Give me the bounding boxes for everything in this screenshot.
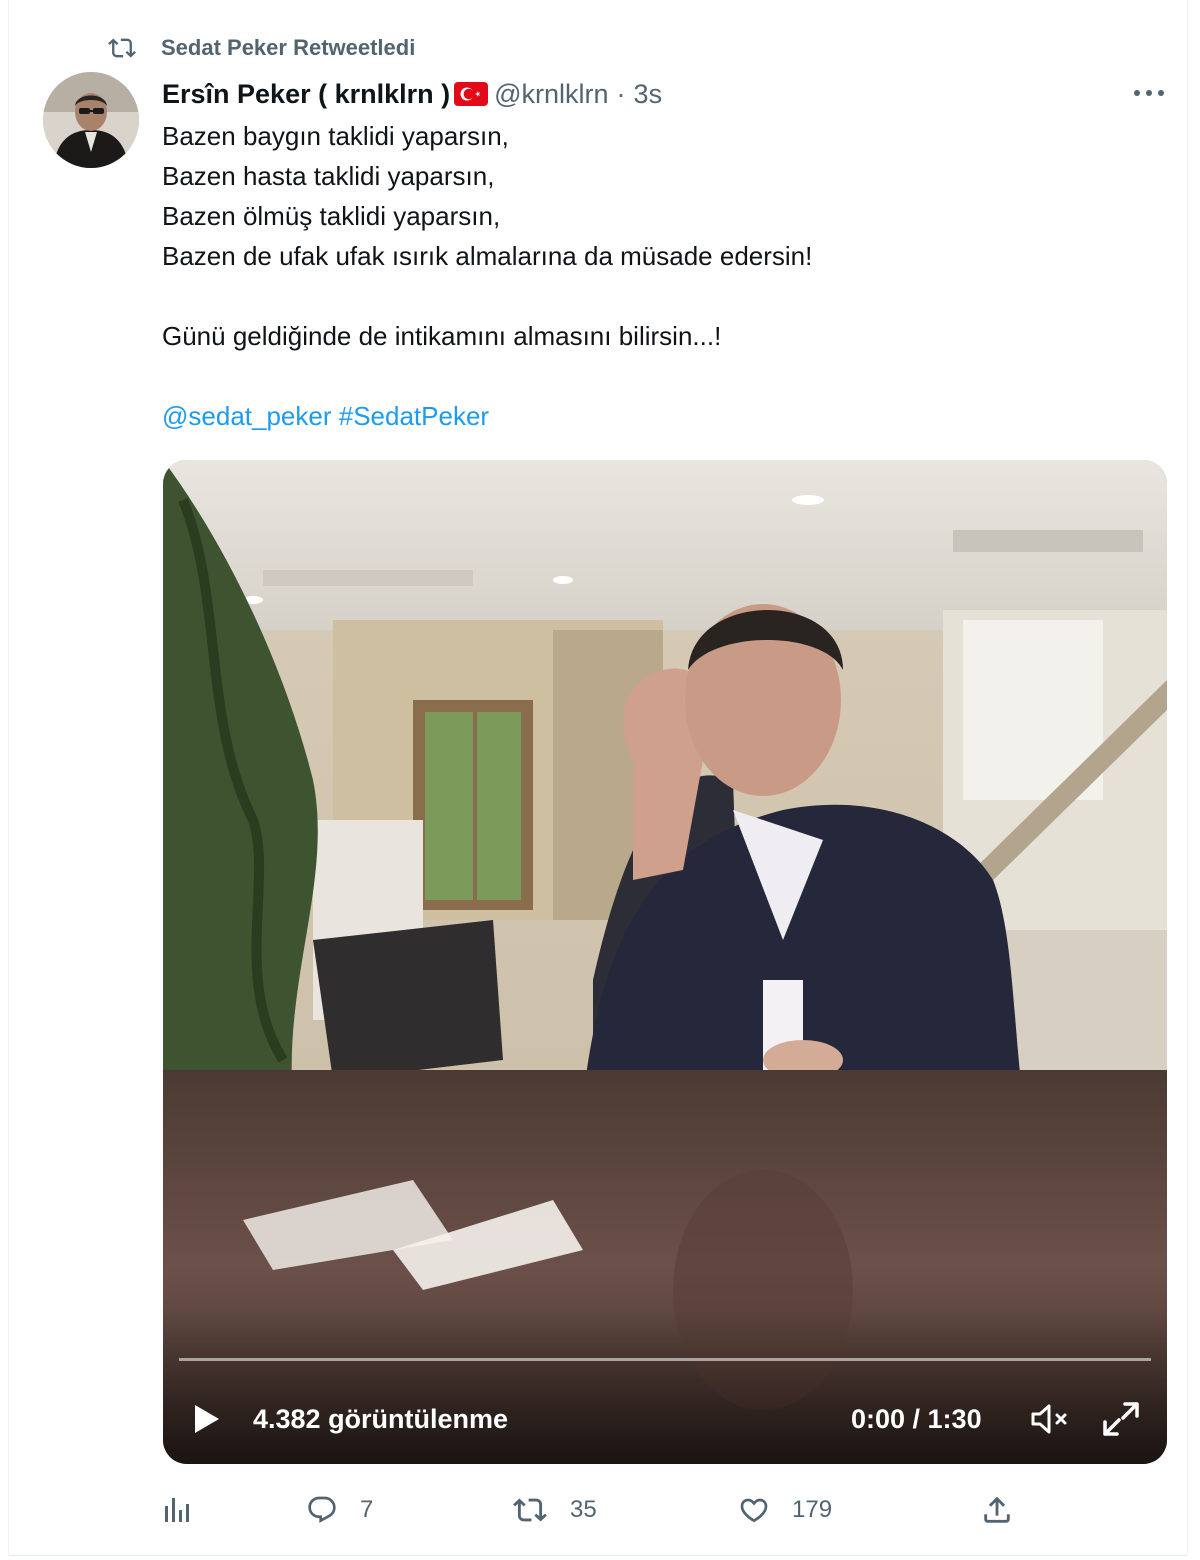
fullscreen-button[interactable] bbox=[1101, 1400, 1141, 1438]
retweet-icon bbox=[108, 38, 136, 58]
reply-button[interactable]: 7 bbox=[304, 1490, 373, 1530]
video-time: 0:00 / 1:30 bbox=[851, 1404, 982, 1434]
video-progress-bar[interactable] bbox=[179, 1358, 1151, 1361]
retweet-button[interactable]: 35 bbox=[510, 1490, 597, 1530]
header-separator: · bbox=[616, 78, 626, 109]
share-button[interactable] bbox=[980, 1490, 1034, 1530]
video-controls: 4.382 görüntülenme 0:00 / 1:30 bbox=[163, 1390, 1167, 1446]
tweet-links: @sedat_peker #SedatPeker bbox=[162, 396, 1162, 436]
play-icon bbox=[195, 1405, 219, 1433]
hashtag-link[interactable]: #SedatPeker bbox=[339, 401, 489, 431]
like-button[interactable]: 179 bbox=[736, 1490, 832, 1530]
tweet-timestamp[interactable]: 3s bbox=[634, 79, 663, 110]
muted-speaker-icon bbox=[1031, 1404, 1067, 1434]
more-button[interactable] bbox=[1131, 78, 1167, 108]
tweet-text-line: Bazen baygın taklidi yaparsın, bbox=[162, 121, 509, 151]
analytics-icon bbox=[165, 1498, 189, 1522]
retweet-context-label: Sedat Peker Retweetledi bbox=[161, 35, 416, 60]
tweet-text: Bazen baygın taklidi yaparsın, Bazen has… bbox=[162, 116, 1162, 436]
author-handle[interactable]: @krnlklrn bbox=[494, 79, 608, 110]
analytics-button[interactable] bbox=[162, 1490, 212, 1530]
like-count: 179 bbox=[792, 1496, 833, 1523]
video-player[interactable]: 4.382 görüntülenme 0:00 / 1:30 bbox=[163, 460, 1167, 1464]
retweet-count: 35 bbox=[570, 1496, 597, 1523]
tweet-text-line: Bazen ölmüş taklidi yaparsın, bbox=[162, 201, 501, 231]
tweet-text-line: Bazen hasta taklidi yaparsın, bbox=[162, 161, 495, 191]
retweet-icon bbox=[513, 1498, 547, 1522]
view-count: 4.382 görüntülenme bbox=[253, 1404, 509, 1434]
tweet-text-line: Bazen de ufak ufak ısırık almalarına da … bbox=[162, 241, 813, 271]
retweet-context[interactable]: Sedat Peker Retweetledi bbox=[105, 32, 415, 64]
video-frame bbox=[163, 460, 1167, 1464]
heart-icon bbox=[740, 1498, 768, 1523]
tweet-actions: 7 35 179 bbox=[162, 1490, 1162, 1530]
reply-icon bbox=[308, 1496, 336, 1523]
mention-link[interactable]: @sedat_peker bbox=[162, 401, 332, 431]
share-icon bbox=[984, 1496, 1010, 1523]
author-display-name[interactable]: Ersîn Peker ( krnlklrn ) bbox=[162, 79, 450, 110]
fullscreen-icon bbox=[1103, 1402, 1139, 1436]
mute-button[interactable] bbox=[1029, 1402, 1073, 1436]
turkey-flag-icon bbox=[454, 82, 489, 106]
tweet-header: Ersîn Peker ( krnlklrn ) @krnlklrn · 3s bbox=[162, 74, 662, 114]
tweet-text-line: Günü geldiğinde de intikamını almasını b… bbox=[162, 321, 722, 351]
avatar-image bbox=[43, 72, 139, 168]
avatar[interactable] bbox=[43, 72, 139, 168]
reply-count: 7 bbox=[360, 1496, 374, 1523]
play-button[interactable] bbox=[189, 1402, 223, 1436]
more-icon bbox=[1134, 90, 1164, 96]
tweet-card[interactable]: Sedat Peker Retweetledi Ersîn Peker ( kr… bbox=[8, 0, 1188, 1556]
